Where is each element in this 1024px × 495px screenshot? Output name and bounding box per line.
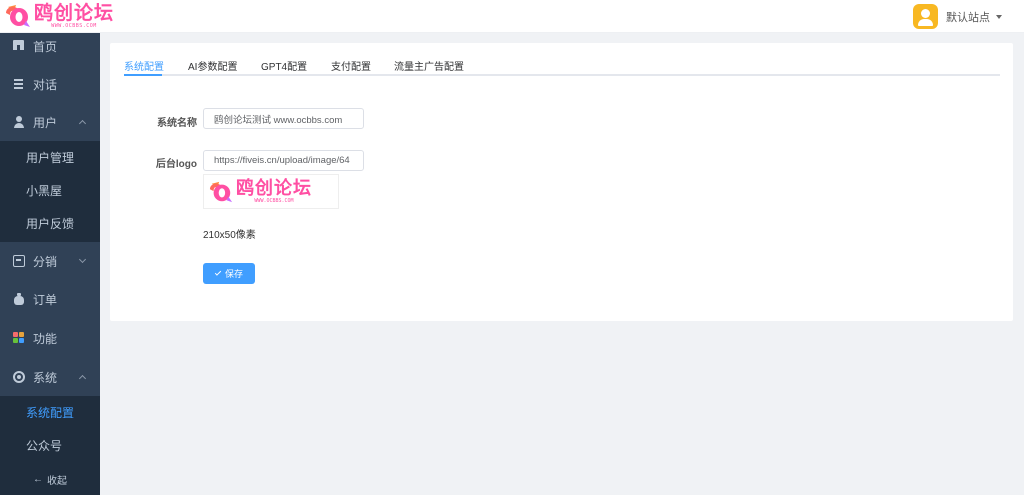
settings-card: 系统配置 AI参数配置 GPT4配置 支付配置 流量主广告配置 系统名称 鸥创论… [110,43,1013,321]
collapse-sidebar-button[interactable]: ← 收起 [0,463,100,495]
sidebar-item-user[interactable]: 用户 [0,103,100,141]
sidebar-item-blacklist[interactable]: 小黑屋 [0,174,100,207]
sidebar-item-orders[interactable]: 订单 [0,280,100,318]
sidebar-item-distribution[interactable]: 分销 [0,242,100,280]
sidebar-item-chat[interactable]: 对话 [0,65,100,103]
sidebar-item-system-config[interactable]: 系统配置 [0,396,100,429]
top-header: 鸥创论坛 WWW.OCBBS.COM 默认站点 [0,0,1024,33]
logo-url-input[interactable]: https://fiveis.cn/upload/image/64 [203,150,364,171]
collapse-label: 收起 [47,475,67,487]
home-icon [13,40,25,52]
chat-list-icon [13,78,25,90]
sidebar-item-features[interactable]: 功能 [0,319,100,357]
arrow-left-icon: ← [33,473,43,485]
brand-logo[interactable]: 鸥创论坛 WWW.OCBBS.COM [4,3,114,29]
logo-mark-icon [6,5,30,27]
tab-ai-params[interactable]: AI参数配置 [188,58,237,73]
sidebar-item-home[interactable]: 首页 [0,33,100,65]
sidebar-item-user-management[interactable]: 用户管理 [0,141,100,174]
check-icon [214,269,222,276]
system-name-label: 系统名称 [157,118,197,129]
avatar[interactable] [913,4,938,29]
logo-subtitle: WWW.OCBBS.COM [51,23,97,29]
logo-label: 后台logo [155,159,197,170]
logo-size-hint: 210x50像素 [203,230,256,241]
caret-down-icon[interactable] [996,14,1002,19]
site-name[interactable]: 默认站点 [946,9,990,25]
sidebar-item-system[interactable]: 系统 [0,358,100,396]
tab-ad-config[interactable]: 流量主广告配置 [394,58,464,73]
settings-icon [13,371,25,383]
active-tab-indicator [124,74,162,76]
chevron-up-icon [78,119,87,128]
site-switcher[interactable]: 默认站点 [913,4,1002,29]
tab-system-config[interactable]: 系统配置 [124,58,164,73]
money-bag-icon [13,293,25,305]
tab-gpt4-config[interactable]: GPT4配置 [261,58,307,73]
apps-grid-icon [13,332,25,344]
distribution-icon [13,255,25,267]
avatar-person-icon [921,9,930,18]
chevron-down-icon [78,255,87,264]
sidebar: 首页 对话 用户 用户管理 小黑屋 用户反馈 分销 订单 功能 系统 系统配置 … [0,33,100,495]
logo-preview-image: 鸥创论坛 WWW.OCBBS.COM [203,174,339,209]
user-icon [13,116,25,128]
tab-payment-config[interactable]: 支付配置 [331,58,371,73]
sidebar-item-official-account[interactable]: 公众号 [0,429,100,462]
logo-title: 鸥创论坛 [34,2,115,24]
logo-preview-subtitle: WWW.OCBBS.COM [254,198,294,204]
save-button-label: 保存 [224,269,243,279]
settings-tabs: 系统配置 AI参数配置 GPT4配置 支付配置 流量主广告配置 [124,56,1000,76]
logo-mark-icon [209,181,233,202]
logo-preview-title: 鸥创论坛 [236,178,312,199]
chevron-up-icon [78,374,87,383]
sidebar-item-user-feedback[interactable]: 用户反馈 [0,207,100,240]
system-name-input[interactable]: 鸥创论坛测试 www.ocbbs.com [203,108,364,129]
save-button[interactable]: 保存 [203,263,255,284]
